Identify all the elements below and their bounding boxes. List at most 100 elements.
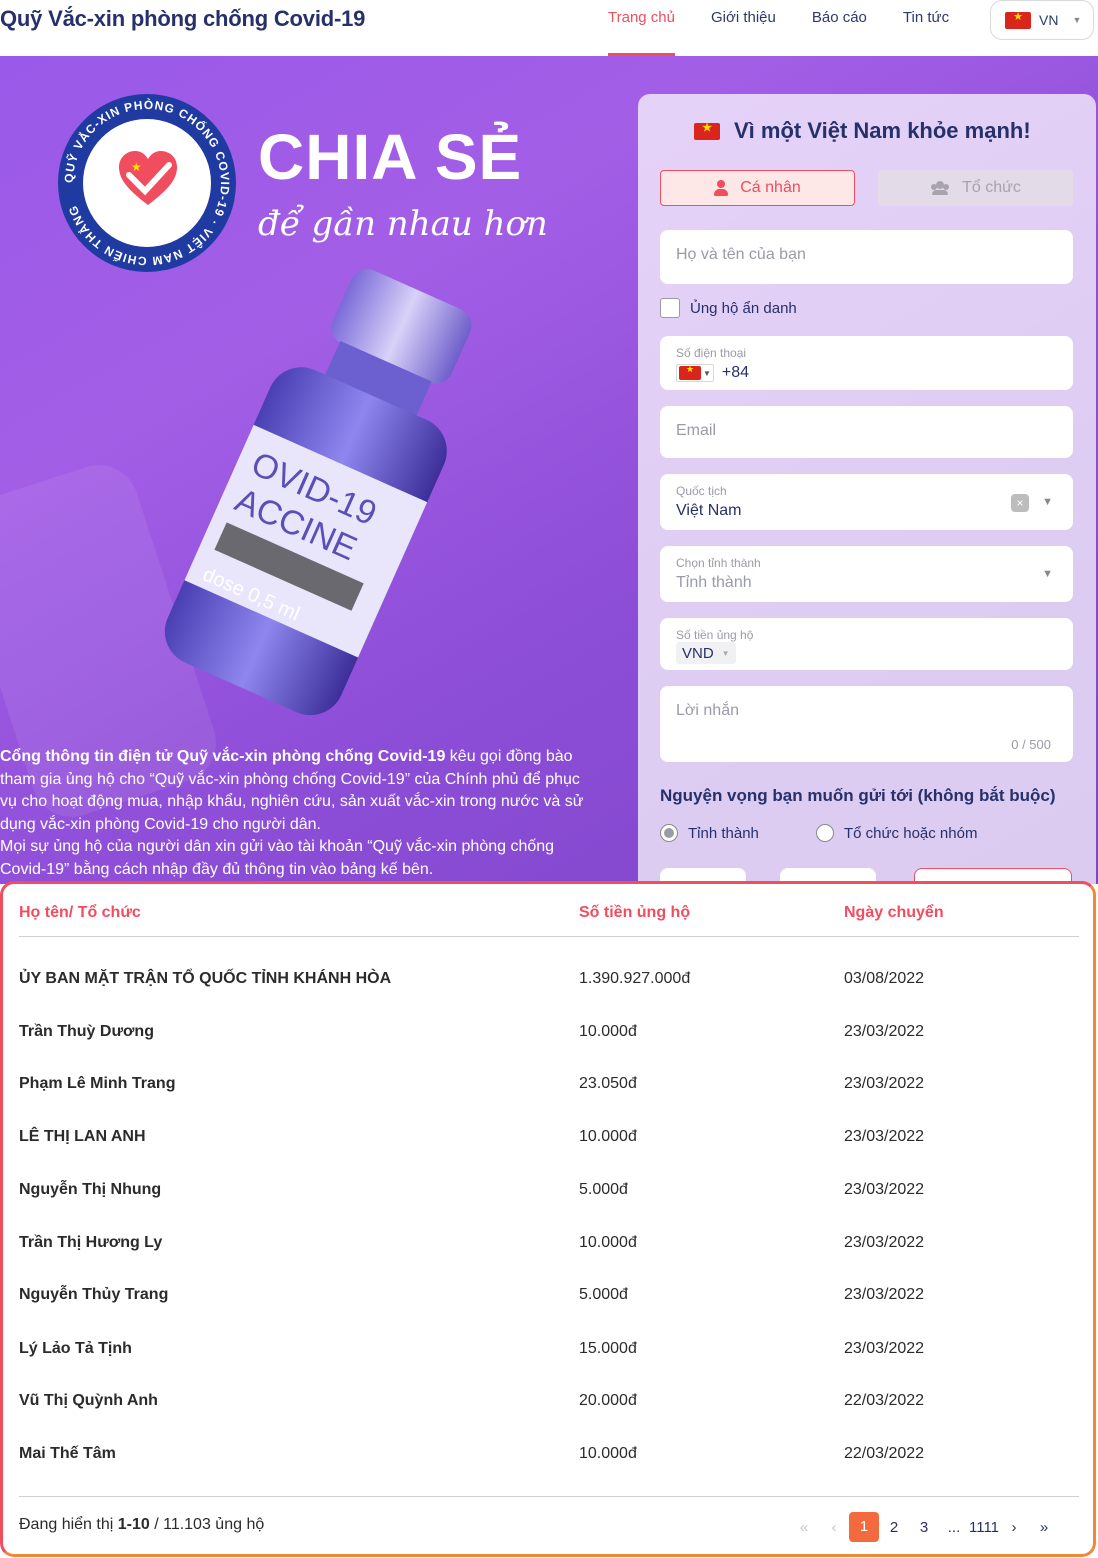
email-placeholder: Email (676, 422, 717, 439)
currency-select[interactable]: VND ▼ (676, 642, 736, 664)
form-title-text: Vì một Việt Nam khỏe mạnh! (734, 118, 1031, 143)
row-date: 22/03/2022 (844, 1392, 925, 1409)
name-input[interactable]: Họ và tên của bạn (660, 230, 1073, 284)
row-amount: 20.000đ (579, 1392, 637, 1409)
province-label: Chọn tỉnh thành (676, 556, 761, 570)
table-row: Vũ Thị Quỳnh Anh 20.000đ 22/03/2022 (19, 1392, 1079, 1445)
hero-headline: CHIA SẺ (258, 121, 523, 193)
row-name: Nguyễn Thủy Trang (19, 1286, 169, 1303)
radio-org[interactable] (816, 824, 834, 842)
amount-field[interactable]: Số tiền ủng hộ VND ▼ (660, 618, 1073, 670)
clear-icon[interactable]: × (1011, 494, 1029, 512)
vietnam-flag-icon (679, 364, 701, 380)
svg-text:★: ★ (131, 160, 142, 174)
wish-title: Nguyện vọng bạn muốn gửi tới (không bắt … (660, 786, 1056, 805)
chevron-down-icon[interactable]: ▼ (1042, 496, 1053, 508)
tab-individual[interactable]: Cá nhân (660, 170, 855, 206)
vaccine-vial-image: OVID-19 ACCINE dose 0,5 ml (164, 269, 472, 716)
nav-reports[interactable]: Báo cáo (794, 0, 885, 56)
page-button-2[interactable]: 2 (879, 1519, 909, 1536)
option-org-label: Tổ chức hoặc nhóm (844, 824, 978, 842)
column-header-amount: Số tiền ủng hộ (579, 904, 691, 921)
country-code-select[interactable]: ▼ (676, 364, 714, 382)
tab-organization-label: Tổ chức (962, 179, 1021, 196)
language-selector[interactable]: VN ▼ (990, 0, 1094, 40)
page-ellipsis: ... (947, 1518, 961, 1536)
table-row: Phạm Lê Minh Trang 23.050đ 23/03/2022 (19, 1075, 1079, 1128)
last-page-icon[interactable]: » (1029, 1519, 1059, 1536)
anonymous-checkbox[interactable] (660, 298, 680, 318)
hero-tagline: để gần nhau hơn (258, 204, 548, 244)
row-name: Lý Lảo Tả Tịnh (19, 1340, 132, 1357)
page-button-1[interactable]: 1 (849, 1512, 879, 1542)
row-date: 22/03/2022 (844, 1445, 925, 1462)
anonymous-label: Ủng hộ ẩn danh (690, 299, 797, 317)
option-province[interactable]: Tỉnh thành (660, 824, 759, 842)
nav-home[interactable]: Trang chủ (590, 0, 693, 56)
vietnam-flag-icon (694, 121, 720, 140)
phone-input-row: ▼ +84 (676, 364, 749, 382)
email-field[interactable]: Email (660, 406, 1073, 458)
table-row: Nguyễn Thị Nhung 5.000đ 23/03/2022 (19, 1181, 1079, 1234)
language-code: VN (1039, 12, 1059, 28)
message-placeholder: Lời nhắn (676, 702, 739, 719)
row-amount: 5.000đ (579, 1181, 628, 1198)
row-name: ỦY BAN MẶT TRẬN TỔ QUỐC TỈNH KHÁNH HÒA (19, 970, 392, 987)
phone-field[interactable]: Số điện thoại ▼ +84 (660, 336, 1073, 390)
pagination: « ‹ 1 2 3 ... 1111 › » (789, 1512, 1059, 1542)
chevron-down-icon[interactable]: ▼ (1042, 568, 1053, 580)
donations-table: Họ tên/ Tổ chức Số tiền ủng hộ Ngày chuy… (0, 881, 1096, 1557)
row-date: 23/03/2022 (844, 1234, 925, 1251)
row-amount: 5.000đ (579, 1286, 628, 1303)
radio-province[interactable] (660, 824, 678, 842)
row-name: Nguyễn Thị Nhung (19, 1181, 162, 1198)
province-select[interactable]: Chọn tỉnh thành Tỉnh thành ▼ (660, 546, 1073, 602)
hero-description: Cổng thông tin điện tử Quỹ vắc-xin phòng… (0, 746, 600, 882)
hero-section: QUỸ VẮC-XIN PHÒNG CHỐNG COVID-19 · VIỆT … (0, 56, 1098, 884)
row-name: LÊ THỊ LAN ANH (19, 1128, 146, 1145)
anonymous-checkbox-row[interactable]: Ủng hộ ẩn danh (660, 298, 797, 318)
first-page-icon[interactable]: « (789, 1519, 819, 1536)
form-title: Vì một Việt Nam khỏe mạnh! (694, 118, 1031, 144)
nav-news[interactable]: Tin tức (885, 0, 967, 56)
row-name: Mai Thế Tâm (19, 1445, 116, 1462)
table-row: ỦY BAN MẶT TRẬN TỔ QUỐC TỈNH KHÁNH HÒA 1… (19, 970, 1079, 1023)
table-row: Trần Thị Hương Ly 10.000đ 23/03/2022 (19, 1234, 1079, 1287)
amount-label: Số tiền ủng hộ (676, 628, 754, 642)
prev-page-icon[interactable]: ‹ (819, 1519, 849, 1536)
donation-form: Vì một Việt Nam khỏe mạnh! Cá nhân Tổ ch… (638, 94, 1096, 884)
summary-prefix: Đang hiển thị (19, 1516, 118, 1533)
row-amount: 10.000đ (579, 1023, 637, 1040)
currency-value: VND (682, 644, 714, 662)
phone-label: Số điện thoại (676, 346, 747, 360)
page-button-last[interactable]: 1111 (969, 1519, 999, 1536)
option-org[interactable]: Tổ chức hoặc nhóm (816, 824, 977, 842)
tab-individual-label: Cá nhân (740, 179, 801, 196)
site-title[interactable]: Quỹ Vắc-xin phòng chống Covid-19 (0, 6, 365, 32)
nationality-select[interactable]: Quốc tịch Việt Nam × ▼ (660, 474, 1073, 530)
page-button-3[interactable]: 3 (909, 1519, 939, 1536)
hero-intro-bold: Cổng thông tin điện tử Quỹ vắc-xin phòng… (0, 748, 446, 765)
row-name: Trần Thuỳ Dương (19, 1023, 154, 1040)
next-page-icon[interactable]: › (999, 1519, 1029, 1536)
row-name: Vũ Thị Quỳnh Anh (19, 1392, 158, 1409)
row-date: 23/03/2022 (844, 1286, 925, 1303)
table-row: Mai Thế Tâm 10.000đ 22/03/2022 (19, 1445, 1079, 1498)
row-amount: 23.050đ (579, 1075, 637, 1092)
row-date: 23/03/2022 (844, 1181, 925, 1198)
nav-about[interactable]: Giới thiệu (693, 0, 794, 56)
table-row: Nguyễn Thủy Trang 5.000đ 23/03/2022 (19, 1286, 1079, 1339)
top-header: Quỹ Vắc-xin phòng chống Covid-19 Trang c… (0, 0, 1098, 56)
users-icon (930, 181, 950, 195)
table-row: Lý Lảo Tả Tịnh 15.000đ 23/03/2022 (19, 1340, 1079, 1393)
row-date: 23/03/2022 (844, 1128, 925, 1145)
row-amount: 10.000đ (579, 1234, 637, 1251)
nationality-label: Quốc tịch (676, 484, 727, 498)
row-name: Trần Thị Hương Ly (19, 1234, 163, 1251)
table-row: LÊ THỊ LAN ANH 10.000đ 23/03/2022 (19, 1128, 1079, 1181)
province-placeholder: Tỉnh thành (676, 574, 752, 591)
row-date: 23/03/2022 (844, 1023, 925, 1040)
message-textarea[interactable]: Lời nhắn 0 / 500 (660, 686, 1073, 762)
chevron-down-icon: ▼ (703, 368, 711, 378)
tab-organization[interactable]: Tổ chức (878, 170, 1073, 206)
